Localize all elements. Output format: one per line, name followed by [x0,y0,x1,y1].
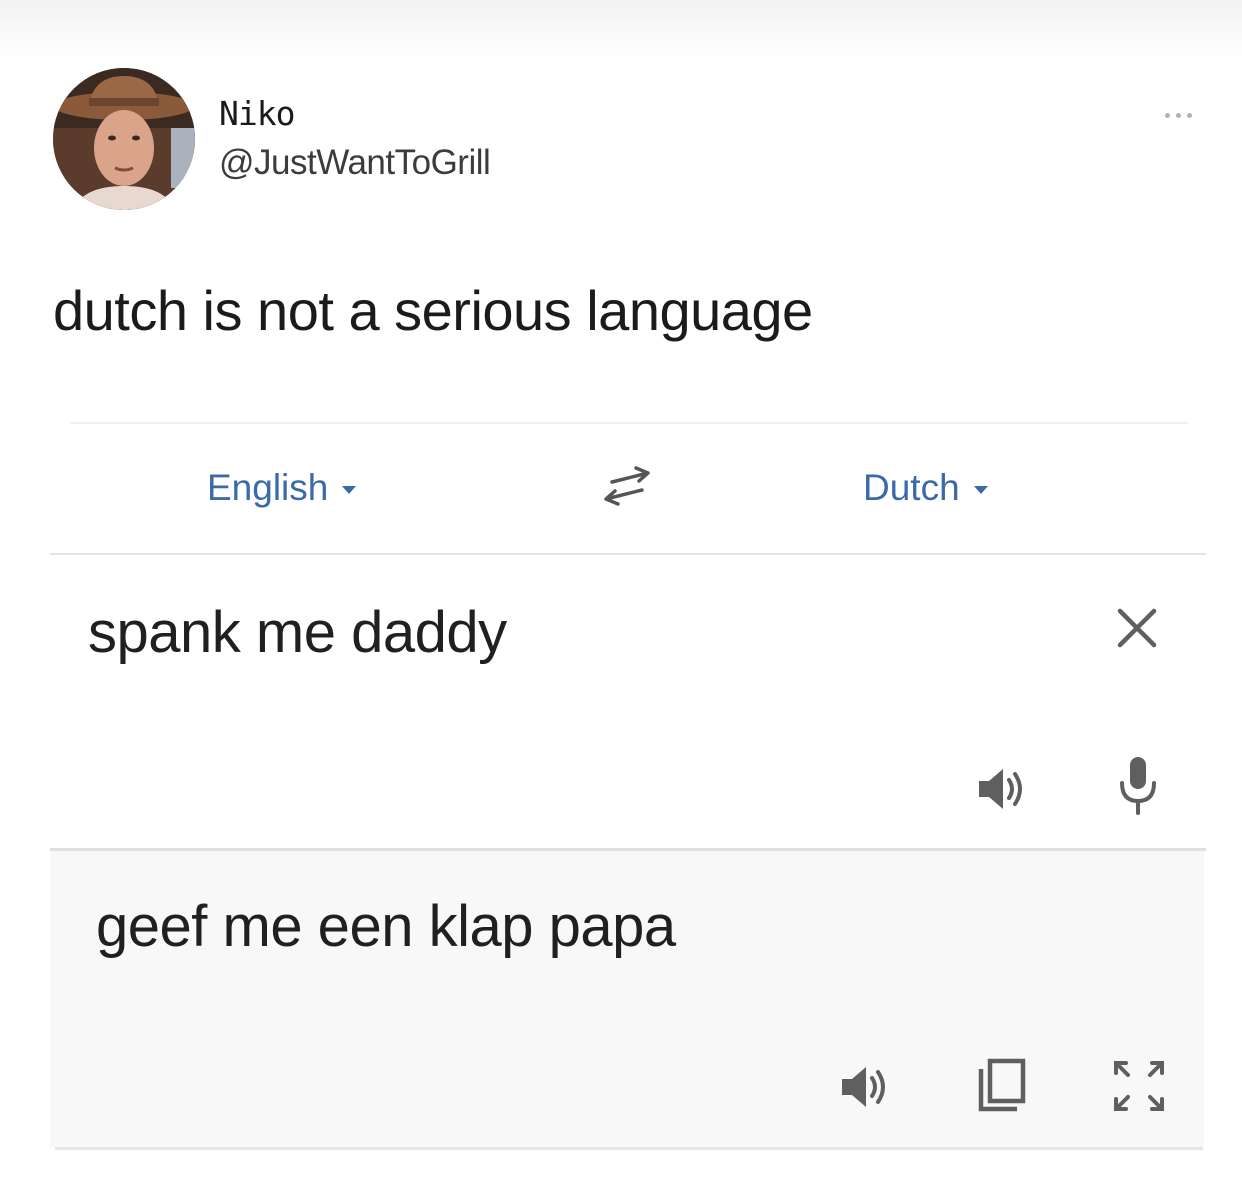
swap-arrows-icon[interactable] [598,464,656,512]
target-language-select[interactable]: Dutch [863,466,988,510]
source-language-label: English [207,467,329,508]
close-icon[interactable] [1114,605,1160,651]
source-language-select[interactable]: English [207,466,357,510]
dot [1186,112,1192,118]
divider [55,1147,1203,1150]
user-handle[interactable]: @JustWantToGrill [219,143,491,183]
microphone-icon[interactable] [1116,755,1160,817]
speaker-icon[interactable] [838,1061,896,1113]
display-name[interactable]: Niko [219,94,295,133]
more-horizontal-icon[interactable] [1155,105,1201,125]
caret-down-icon [973,486,988,494]
caret-down-icon [342,486,357,494]
copy-icon[interactable] [975,1057,1031,1115]
tweet-text: dutch is not a serious language [53,279,813,342]
language-bar: English Dutch [50,440,1206,552]
target-language-label: Dutch [863,467,960,508]
dot [1175,112,1181,118]
translated-text: geef me een klap papa [96,894,676,959]
divider [70,422,1188,424]
fullscreen-icon[interactable] [1112,1059,1166,1113]
avatar[interactable] [53,68,195,210]
translation-panel: geef me een klap papa [50,851,1204,1147]
source-input[interactable]: spank me daddy [88,599,507,666]
speaker-icon[interactable] [975,763,1033,815]
dot [1164,112,1170,118]
tweet-screenshot: Niko @JustWantToGrill dutch is not a ser… [0,0,1242,1181]
source-panel: spank me daddy [50,555,1206,848]
avatar-image [53,68,195,210]
